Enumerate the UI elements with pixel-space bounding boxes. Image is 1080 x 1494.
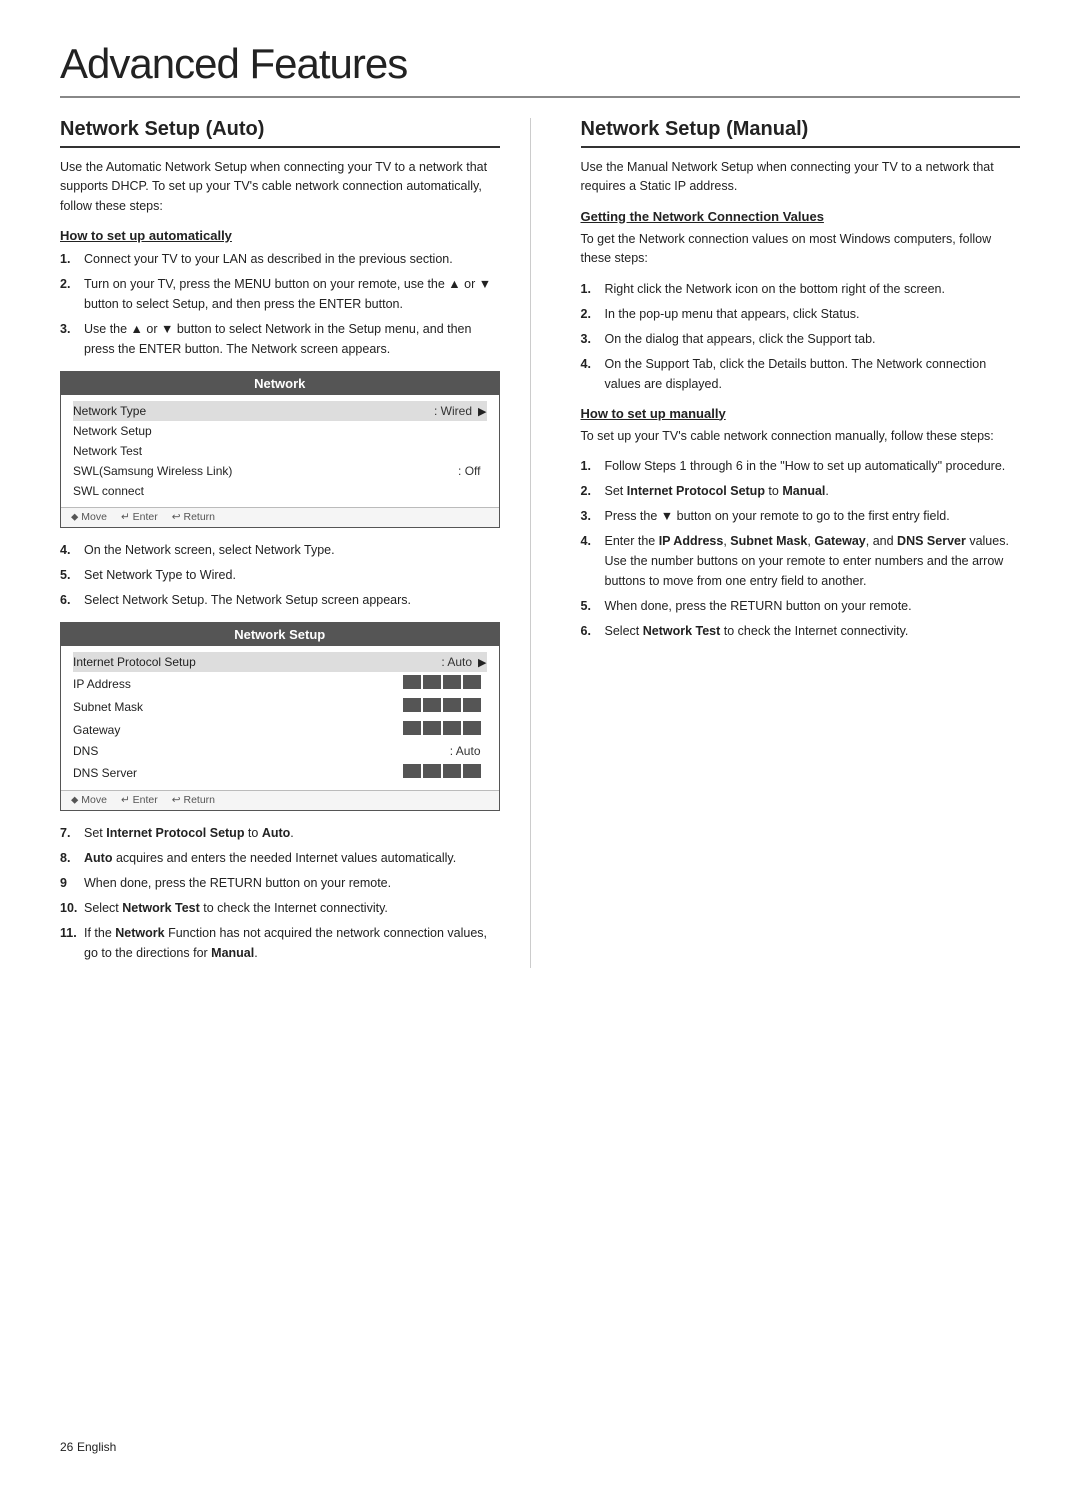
how-to-auto-title: How to set up automatically <box>60 228 500 243</box>
network-setup-box-title: Network Setup <box>61 623 499 646</box>
right-steps-2: 1.Follow Steps 1 through 6 in the "How t… <box>581 456 1021 641</box>
network-box-title: Network <box>61 372 499 395</box>
network-menu-box: Network Network Type: Wired▶Network Setu… <box>60 371 500 528</box>
table-row: Subnet Mask <box>73 695 487 718</box>
list-item: 3.On the dialog that appears, click the … <box>581 329 1021 349</box>
list-item: 6.Select Network Setup. The Network Setu… <box>60 590 500 610</box>
page-language: English <box>77 1440 116 1454</box>
getting-values-intro: To get the Network connection values on … <box>581 230 1021 269</box>
table-row: SWL(Samsung Wireless Link): Off <box>73 461 487 481</box>
table-row: Network Test <box>73 441 487 461</box>
right-section-title: Network Setup (Manual) <box>581 118 1021 148</box>
list-item: 9When done, press the RETURN button on y… <box>60 873 500 893</box>
table-row: DNS: Auto <box>73 741 487 761</box>
list-item: 1.Right click the Network icon on the bo… <box>581 279 1021 299</box>
list-item: 1.Connect your TV to your LAN as describ… <box>60 249 500 269</box>
right-intro: Use the Manual Network Setup when connec… <box>581 158 1021 197</box>
list-item: 4.Enter the IP Address, Subnet Mask, Gat… <box>581 531 1021 591</box>
steps-final: 7.Set Internet Protocol Setup to Auto. 8.… <box>60 823 500 963</box>
list-item: 3.Press the ▼ button on your remote to g… <box>581 506 1021 526</box>
table-row: Network Setup <box>73 421 487 441</box>
list-item: 6.Select Network Test to check the Inter… <box>581 621 1021 641</box>
list-item: 5.When done, press the RETURN button on … <box>581 596 1021 616</box>
how-to-manual-intro: To set up your TV's cable network connec… <box>581 427 1021 446</box>
left-intro: Use the Automatic Network Setup when con… <box>60 158 500 216</box>
how-to-manual-title: How to set up manually <box>581 406 1021 421</box>
list-item: 4.On the Network screen, select Network … <box>60 540 500 560</box>
right-steps-1: 1.Right click the Network icon on the bo… <box>581 279 1021 394</box>
list-item: 8.Auto acquires and enters the needed In… <box>60 848 500 868</box>
list-item: 4.On the Support Tab, click the Details … <box>581 354 1021 394</box>
table-row: Network Type: Wired▶ <box>73 401 487 421</box>
list-item: 3.Use the ▲ or ▼ button to select Networ… <box>60 319 500 359</box>
table-row: Internet Protocol Setup: Auto▶ <box>73 652 487 672</box>
table-row: DNS Server <box>73 761 487 784</box>
table-row: IP Address <box>73 672 487 695</box>
network-setup-footer: ⬥ Move ↵ Enter ↩ Return <box>61 790 499 810</box>
steps-before-box: 1.Connect your TV to your LAN as describ… <box>60 249 500 359</box>
page-footer: 26 English <box>60 1439 116 1454</box>
network-box-body: Network Type: Wired▶Network SetupNetwork… <box>61 395 499 507</box>
list-item: 11.If the Network Function has not acqui… <box>60 923 500 963</box>
list-item: 5.Set Network Type to Wired. <box>60 565 500 585</box>
list-item: 2.In the pop-up menu that appears, click… <box>581 304 1021 324</box>
network-setup-box: Network Setup Internet Protocol Setup: A… <box>60 622 500 811</box>
getting-values-title: Getting the Network Connection Values <box>581 209 1021 224</box>
steps-after-box: 4.On the Network screen, select Network … <box>60 540 500 610</box>
page-title: Advanced Features <box>60 40 1020 98</box>
list-item: 2.Set Internet Protocol Setup to Manual. <box>581 481 1021 501</box>
list-item: 7.Set Internet Protocol Setup to Auto. <box>60 823 500 843</box>
table-row: SWL connect <box>73 481 487 501</box>
list-item: 2.Turn on your TV, press the MENU button… <box>60 274 500 314</box>
right-column: Network Setup (Manual) Use the Manual Ne… <box>571 118 1021 646</box>
table-row: Gateway <box>73 718 487 741</box>
page-number: 26 <box>60 1440 73 1454</box>
network-box-footer: ⬥ Move ↵ Enter ↩ Return <box>61 507 499 527</box>
left-column: Network Setup (Auto) Use the Automatic N… <box>60 118 531 968</box>
network-setup-box-body: Internet Protocol Setup: Auto▶IP Address… <box>61 646 499 790</box>
list-item: 1.Follow Steps 1 through 6 in the "How t… <box>581 456 1021 476</box>
left-section-title: Network Setup (Auto) <box>60 118 500 148</box>
list-item: 10.Select Network Test to check the Inte… <box>60 898 500 918</box>
